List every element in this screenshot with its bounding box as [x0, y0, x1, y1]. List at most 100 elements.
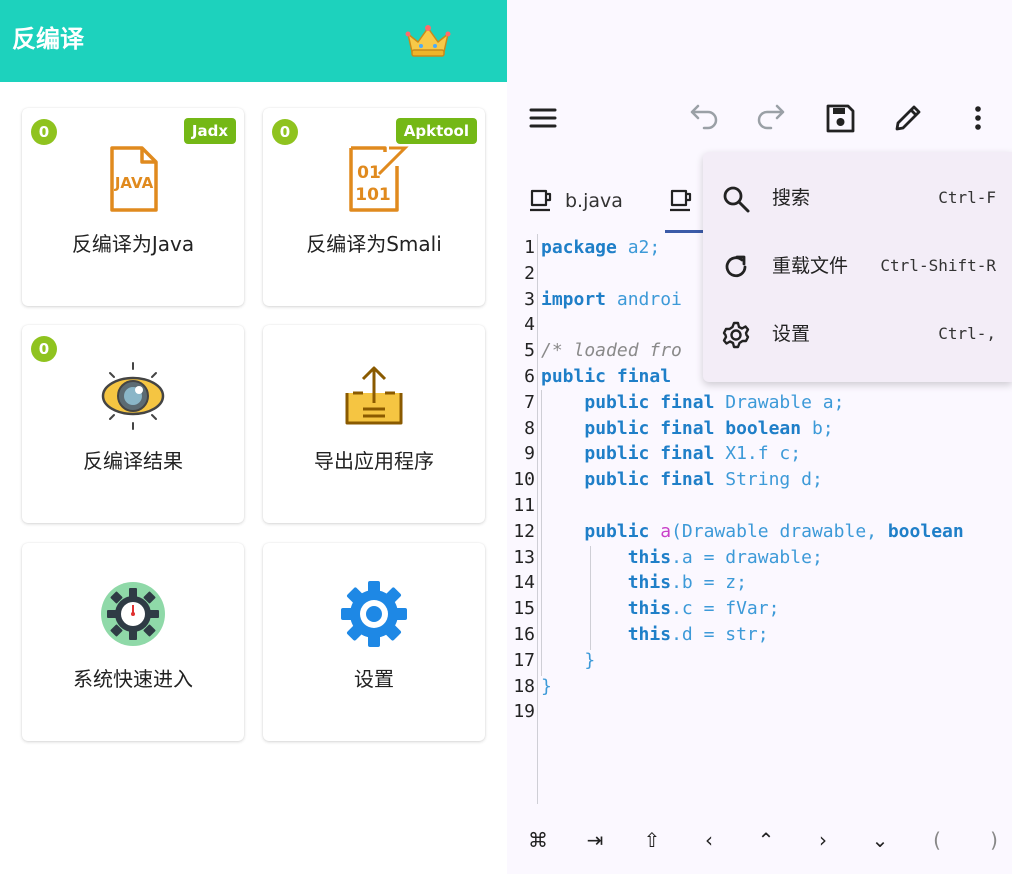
menu-item-search[interactable]: 搜索 Ctrl-F: [703, 164, 1012, 232]
line-number: 4: [524, 314, 535, 336]
code-line: 12 public a(Drawable drawable, boolean: [507, 519, 1012, 545]
editor-toolbar: [507, 82, 1012, 158]
line-number: 5: [524, 340, 535, 362]
code-line: 13 this.a = drawable;: [507, 545, 1012, 571]
code-text: public final String d;: [584, 469, 823, 491]
shortcut-key[interactable]: ⌘: [523, 828, 553, 852]
code-line: 16 this.d = str;: [507, 622, 1012, 648]
code-line: 14 this.b = z;: [507, 570, 1012, 596]
menu-label: 搜索: [772, 187, 811, 209]
java-file-icon: JAVA: [110, 146, 158, 212]
code-line: 17 }: [507, 648, 1012, 674]
code-text: }: [541, 675, 552, 697]
undo-icon[interactable]: [684, 98, 724, 138]
code-line: 10 public final String d;: [507, 467, 1012, 493]
code-line: 8 public final boolean b;: [507, 416, 1012, 442]
card-label: 设置: [354, 667, 394, 691]
binary-file-icon: 01 101: [349, 146, 409, 212]
settings-gear-icon: [722, 321, 750, 349]
system-quick-access-card[interactable]: 系统快速进入: [22, 543, 244, 741]
tool-badge: Jadx: [183, 118, 236, 144]
card-label: 反编译为Java: [71, 232, 195, 256]
shortcut-key[interactable]: ‹: [694, 828, 724, 852]
shortcut-key[interactable]: ⌄: [865, 828, 895, 852]
shortcut-key[interactable]: ⇥: [580, 828, 610, 852]
settings-card[interactable]: 设置: [263, 543, 485, 741]
shortcut-key[interactable]: ›: [808, 828, 838, 852]
app-header: 反编译: [0, 0, 507, 82]
line-number: 15: [513, 598, 535, 620]
line-number: 18: [513, 675, 535, 697]
code-text: public final boolean b;: [584, 417, 834, 439]
line-number: 1: [524, 237, 535, 258]
file-cup-icon[interactable]: [527, 186, 555, 214]
code-editor-screen: b.java 1 package a2; 2 3 import androi 4 5 /* l…: [507, 0, 1012, 874]
code-text: public final Drawable a;: [584, 391, 845, 413]
search-icon: [723, 186, 750, 213]
shortcut-key[interactable]: ⌃: [751, 828, 781, 852]
gear-icon: [341, 581, 407, 647]
reload-icon: [725, 255, 747, 278]
menu-icon[interactable]: [523, 98, 563, 138]
card-label: 反编译为Smali: [306, 232, 442, 256]
code-text: this.c = fVar;: [627, 598, 780, 620]
page-title: 反编译: [12, 25, 84, 53]
decompile-results-card[interactable]: 0 反编译结果: [22, 325, 244, 523]
count-badge: 0: [31, 119, 57, 145]
redo-icon[interactable]: [751, 98, 791, 138]
code-line: 11: [507, 493, 1012, 519]
eye-scan-icon: [101, 362, 165, 430]
export-app-card[interactable]: 导出应用程序: [263, 325, 485, 523]
count-badge: 0: [31, 336, 57, 362]
code-line: 19: [507, 699, 1012, 725]
menu-shortcut: Ctrl-,: [938, 324, 996, 343]
code-line: 7 public final Drawable a;: [507, 390, 1012, 416]
line-number: 16: [513, 624, 535, 645]
line-number: 11: [513, 495, 535, 516]
code-text: package a2;: [541, 237, 661, 258]
code-text: public a(Drawable drawable, boolean: [584, 520, 964, 542]
line-number: 9: [524, 443, 535, 465]
crown-icon[interactable]: [404, 22, 452, 60]
menu-shortcut: Ctrl-F: [938, 188, 996, 207]
menu-item-reload-file[interactable]: 重载文件 Ctrl-Shift-R: [703, 232, 1012, 300]
menu-item-settings[interactable]: 设置 Ctrl-,: [703, 300, 1012, 368]
app-root: 反编译 0 Jadx JAVA 反编译为Java 0 Apktool 01 10…: [0, 0, 1012, 874]
card-label: 导出应用程序: [314, 449, 434, 473]
code-text: import androi: [541, 288, 682, 310]
line-number: 8: [524, 417, 535, 439]
menu-label: 重载文件: [772, 255, 849, 277]
code-text: }: [541, 649, 596, 671]
line-number: 6: [524, 366, 535, 387]
decompile-smali-card[interactable]: 0 Apktool 01 101 反编译为Smali: [263, 108, 485, 306]
decompile-java-card[interactable]: 0 Jadx JAVA 反编译为Java: [22, 108, 244, 306]
tool-badge: Apktool: [395, 118, 477, 144]
code-line: 15 this.c = fVar;: [507, 596, 1012, 622]
gear-clock-icon: [101, 582, 165, 646]
shortcut-key[interactable]: ): [979, 828, 1009, 852]
code-text: public final X1.f c;: [584, 443, 802, 465]
overflow-menu: 搜索 Ctrl-F 重载文件 Ctrl-Shift-R 设置 Ctrl-,: [703, 152, 1012, 382]
line-number: 17: [513, 649, 535, 671]
edit-pencil-icon[interactable]: [888, 98, 928, 138]
line-number: 14: [513, 572, 535, 594]
more-vert-icon[interactable]: [958, 98, 998, 138]
code-line: 9 public final X1.f c;: [507, 441, 1012, 467]
decompile-screen: 反编译 0 Jadx JAVA 反编译为Java 0 Apktool 01 10…: [0, 0, 507, 874]
code-text: public final: [541, 366, 672, 387]
save-icon[interactable]: [820, 98, 860, 138]
export-tray-icon: [345, 366, 403, 425]
shortcut-key[interactable]: (: [922, 828, 952, 852]
line-number: 7: [524, 391, 535, 413]
tab-b-java[interactable]: b.java: [565, 188, 623, 214]
menu-shortcut: Ctrl-Shift-R: [880, 256, 996, 275]
file-cup-icon[interactable]: [667, 186, 695, 214]
code-text: /* loaded fro: [541, 340, 682, 362]
line-number: 3: [524, 288, 535, 310]
keyboard-shortcut-bar: ⌘ ⇥ ⇧ ‹ ⌃ › ⌄ (): [507, 804, 1012, 874]
line-number: 12: [513, 520, 535, 542]
code-text: this.b = z;: [627, 572, 747, 594]
shortcut-key[interactable]: ⇧: [637, 828, 667, 852]
menu-label: 设置: [772, 323, 811, 345]
line-number: 10: [513, 469, 535, 491]
